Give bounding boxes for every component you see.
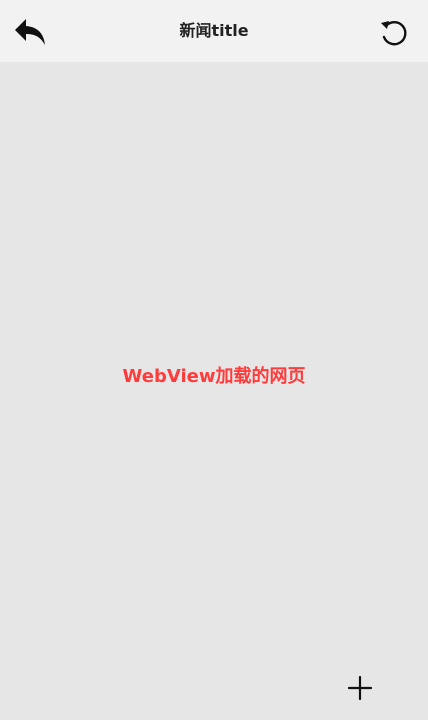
plus-icon (347, 675, 373, 701)
webview-content[interactable]: WebView加载的网页 (0, 62, 428, 720)
refresh-icon (381, 21, 407, 46)
top-bar: 新闻title (0, 0, 428, 62)
webview-placeholder-text: WebView加载的网页 (122, 366, 306, 387)
refresh-button[interactable] (374, 12, 414, 52)
page-title: 新闻title (179, 21, 249, 40)
add-button[interactable] (344, 672, 376, 704)
